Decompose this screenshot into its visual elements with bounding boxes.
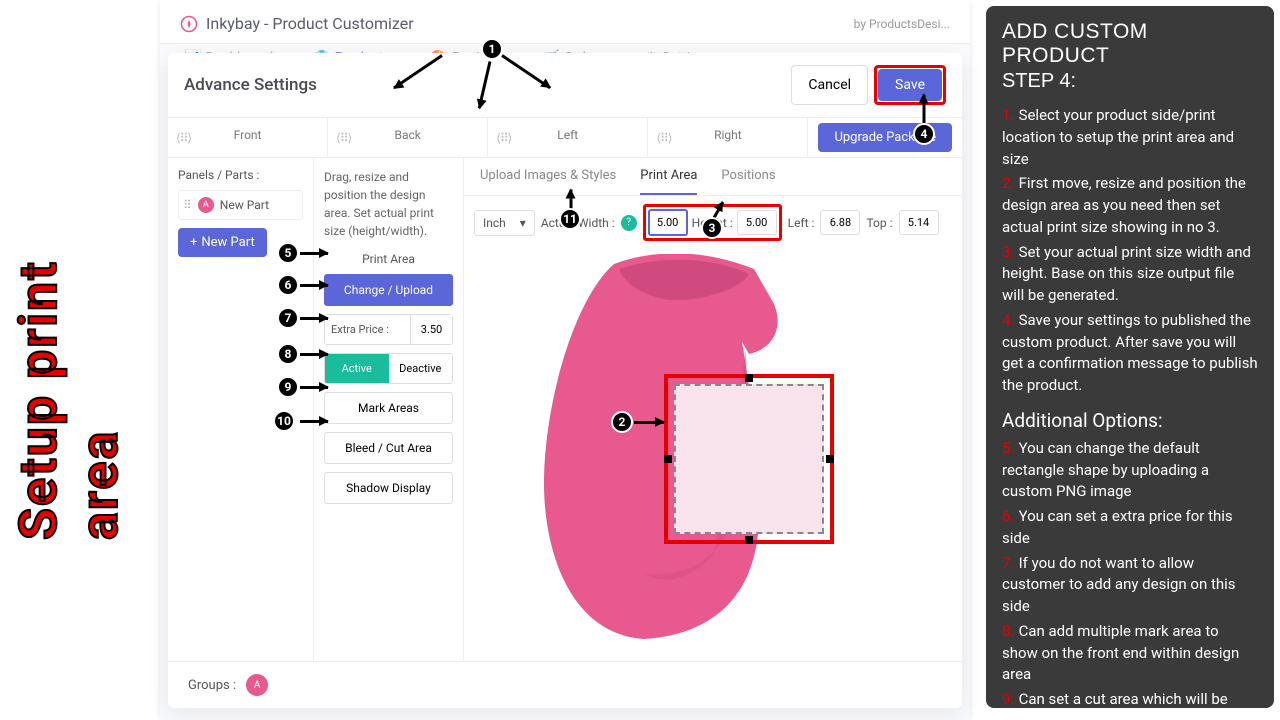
tab-upload[interactable]: Upload Images & Styles: [480, 168, 616, 195]
resize-handle[interactable]: [745, 536, 753, 544]
width-input[interactable]: [648, 209, 688, 236]
new-part-button[interactable]: + New Part: [178, 228, 267, 257]
group-badge[interactable]: A: [246, 674, 268, 696]
mark-areas-button[interactable]: Mark Areas: [324, 392, 453, 424]
print-area-label: Print Area: [324, 252, 453, 266]
callout-7: 7: [277, 307, 299, 329]
print-area-panel: Drag, resize and position the design are…: [314, 158, 464, 661]
design-canvas[interactable]: [464, 249, 962, 661]
save-button[interactable]: Save: [878, 69, 942, 101]
page-title: Setup print area: [8, 180, 130, 540]
cancel-button[interactable]: Cancel: [791, 65, 868, 105]
callout-10: 10: [273, 410, 295, 432]
side-tab-right[interactable]: ⟨ ⠿ ⟩Right: [648, 118, 808, 157]
unit-select[interactable]: Inch▾: [474, 210, 535, 236]
by-line: by ProductsDesi...: [854, 17, 950, 31]
info-panel: ADD CUSTOM PRODUCT STEP 4: 1. Select you…: [986, 6, 1274, 708]
side-tab-left[interactable]: ⟨ ⠿ ⟩Left: [488, 118, 648, 157]
resize-handle[interactable]: [664, 455, 672, 463]
drag-instructions: Drag, resize and position the design are…: [324, 168, 453, 240]
callout-4: 4: [913, 123, 935, 145]
callout-11: 11: [559, 208, 581, 230]
drag-handle-icon[interactable]: ⠿: [183, 198, 192, 212]
info-title: ADD CUSTOM PRODUCT: [1002, 20, 1258, 68]
groups-label: Groups :: [188, 678, 236, 693]
panels-sidebar: Panels / Parts : ⠿ A New Part + New Part: [168, 158, 314, 661]
callout-3: 3: [701, 217, 723, 239]
part-item[interactable]: ⠿ A New Part: [178, 190, 303, 220]
shadow-display-button[interactable]: Shadow Display: [324, 472, 453, 504]
print-area-inner[interactable]: [674, 384, 824, 534]
height-input[interactable]: [737, 210, 777, 235]
bleed-cut-button[interactable]: Bleed / Cut Area: [324, 432, 453, 464]
inkybay-logo-icon: [180, 15, 198, 33]
part-badge: A: [198, 197, 214, 213]
sides-row: ⟨ ⠿ ⟩Front ⟨ ⠿ ⟩Back ⟨ ⠿ ⟩Left ⟨ ⠿ ⟩Righ…: [168, 118, 962, 158]
arrow: [300, 420, 328, 423]
arrow: [300, 252, 328, 255]
info-step: STEP 4:: [1002, 70, 1258, 93]
side-tab-front[interactable]: ⟨ ⠿ ⟩Front: [168, 118, 328, 157]
arrow: [570, 190, 573, 210]
help-icon[interactable]: ?: [621, 215, 637, 231]
footer: Groups : A: [168, 661, 962, 708]
additional-options-heading: Additional Options:: [1002, 409, 1258, 432]
callout-8: 8: [277, 343, 299, 365]
callout-1: 1: [481, 38, 503, 60]
app-title: Inkybay - Product Customizer: [206, 14, 414, 33]
app-header: Inkybay - Product Customizer by Products…: [160, 0, 970, 44]
left-input[interactable]: [820, 210, 860, 235]
extra-price-input[interactable]: [410, 315, 452, 344]
deactive-button[interactable]: Deactive: [389, 354, 453, 383]
tab-positions[interactable]: Positions: [721, 168, 775, 195]
arrow: [300, 353, 328, 356]
arrow: [300, 317, 328, 320]
resize-handle[interactable]: [745, 374, 753, 382]
active-toggle: Active Deactive: [324, 353, 453, 384]
callout-6: 6: [277, 274, 299, 296]
callout-2: 2: [611, 411, 633, 433]
top-input[interactable]: [899, 210, 939, 235]
tab-print-area[interactable]: Print Area: [640, 168, 697, 195]
side-tab-back[interactable]: ⟨ ⠿ ⟩Back: [328, 118, 488, 157]
canvas-tabs: Upload Images & Styles Print Area Positi…: [464, 158, 962, 196]
arrow: [300, 284, 328, 287]
panels-label: Panels / Parts :: [178, 168, 303, 182]
modal-header: Advance Settings Cancel Save: [168, 53, 962, 118]
modal-title: Advance Settings: [184, 75, 317, 95]
change-upload-button[interactable]: Change / Upload: [324, 274, 453, 306]
arrow: [923, 95, 926, 125]
active-button[interactable]: Active: [325, 354, 389, 383]
extra-price-field: Extra Price :: [324, 314, 453, 345]
resize-handle[interactable]: [826, 455, 834, 463]
arrow: [300, 386, 328, 389]
arrow: [634, 421, 664, 424]
callout-9: 9: [277, 376, 299, 398]
chevron-down-icon: ▾: [520, 216, 526, 230]
callout-5: 5: [277, 242, 299, 264]
print-area-rect[interactable]: [664, 374, 834, 544]
